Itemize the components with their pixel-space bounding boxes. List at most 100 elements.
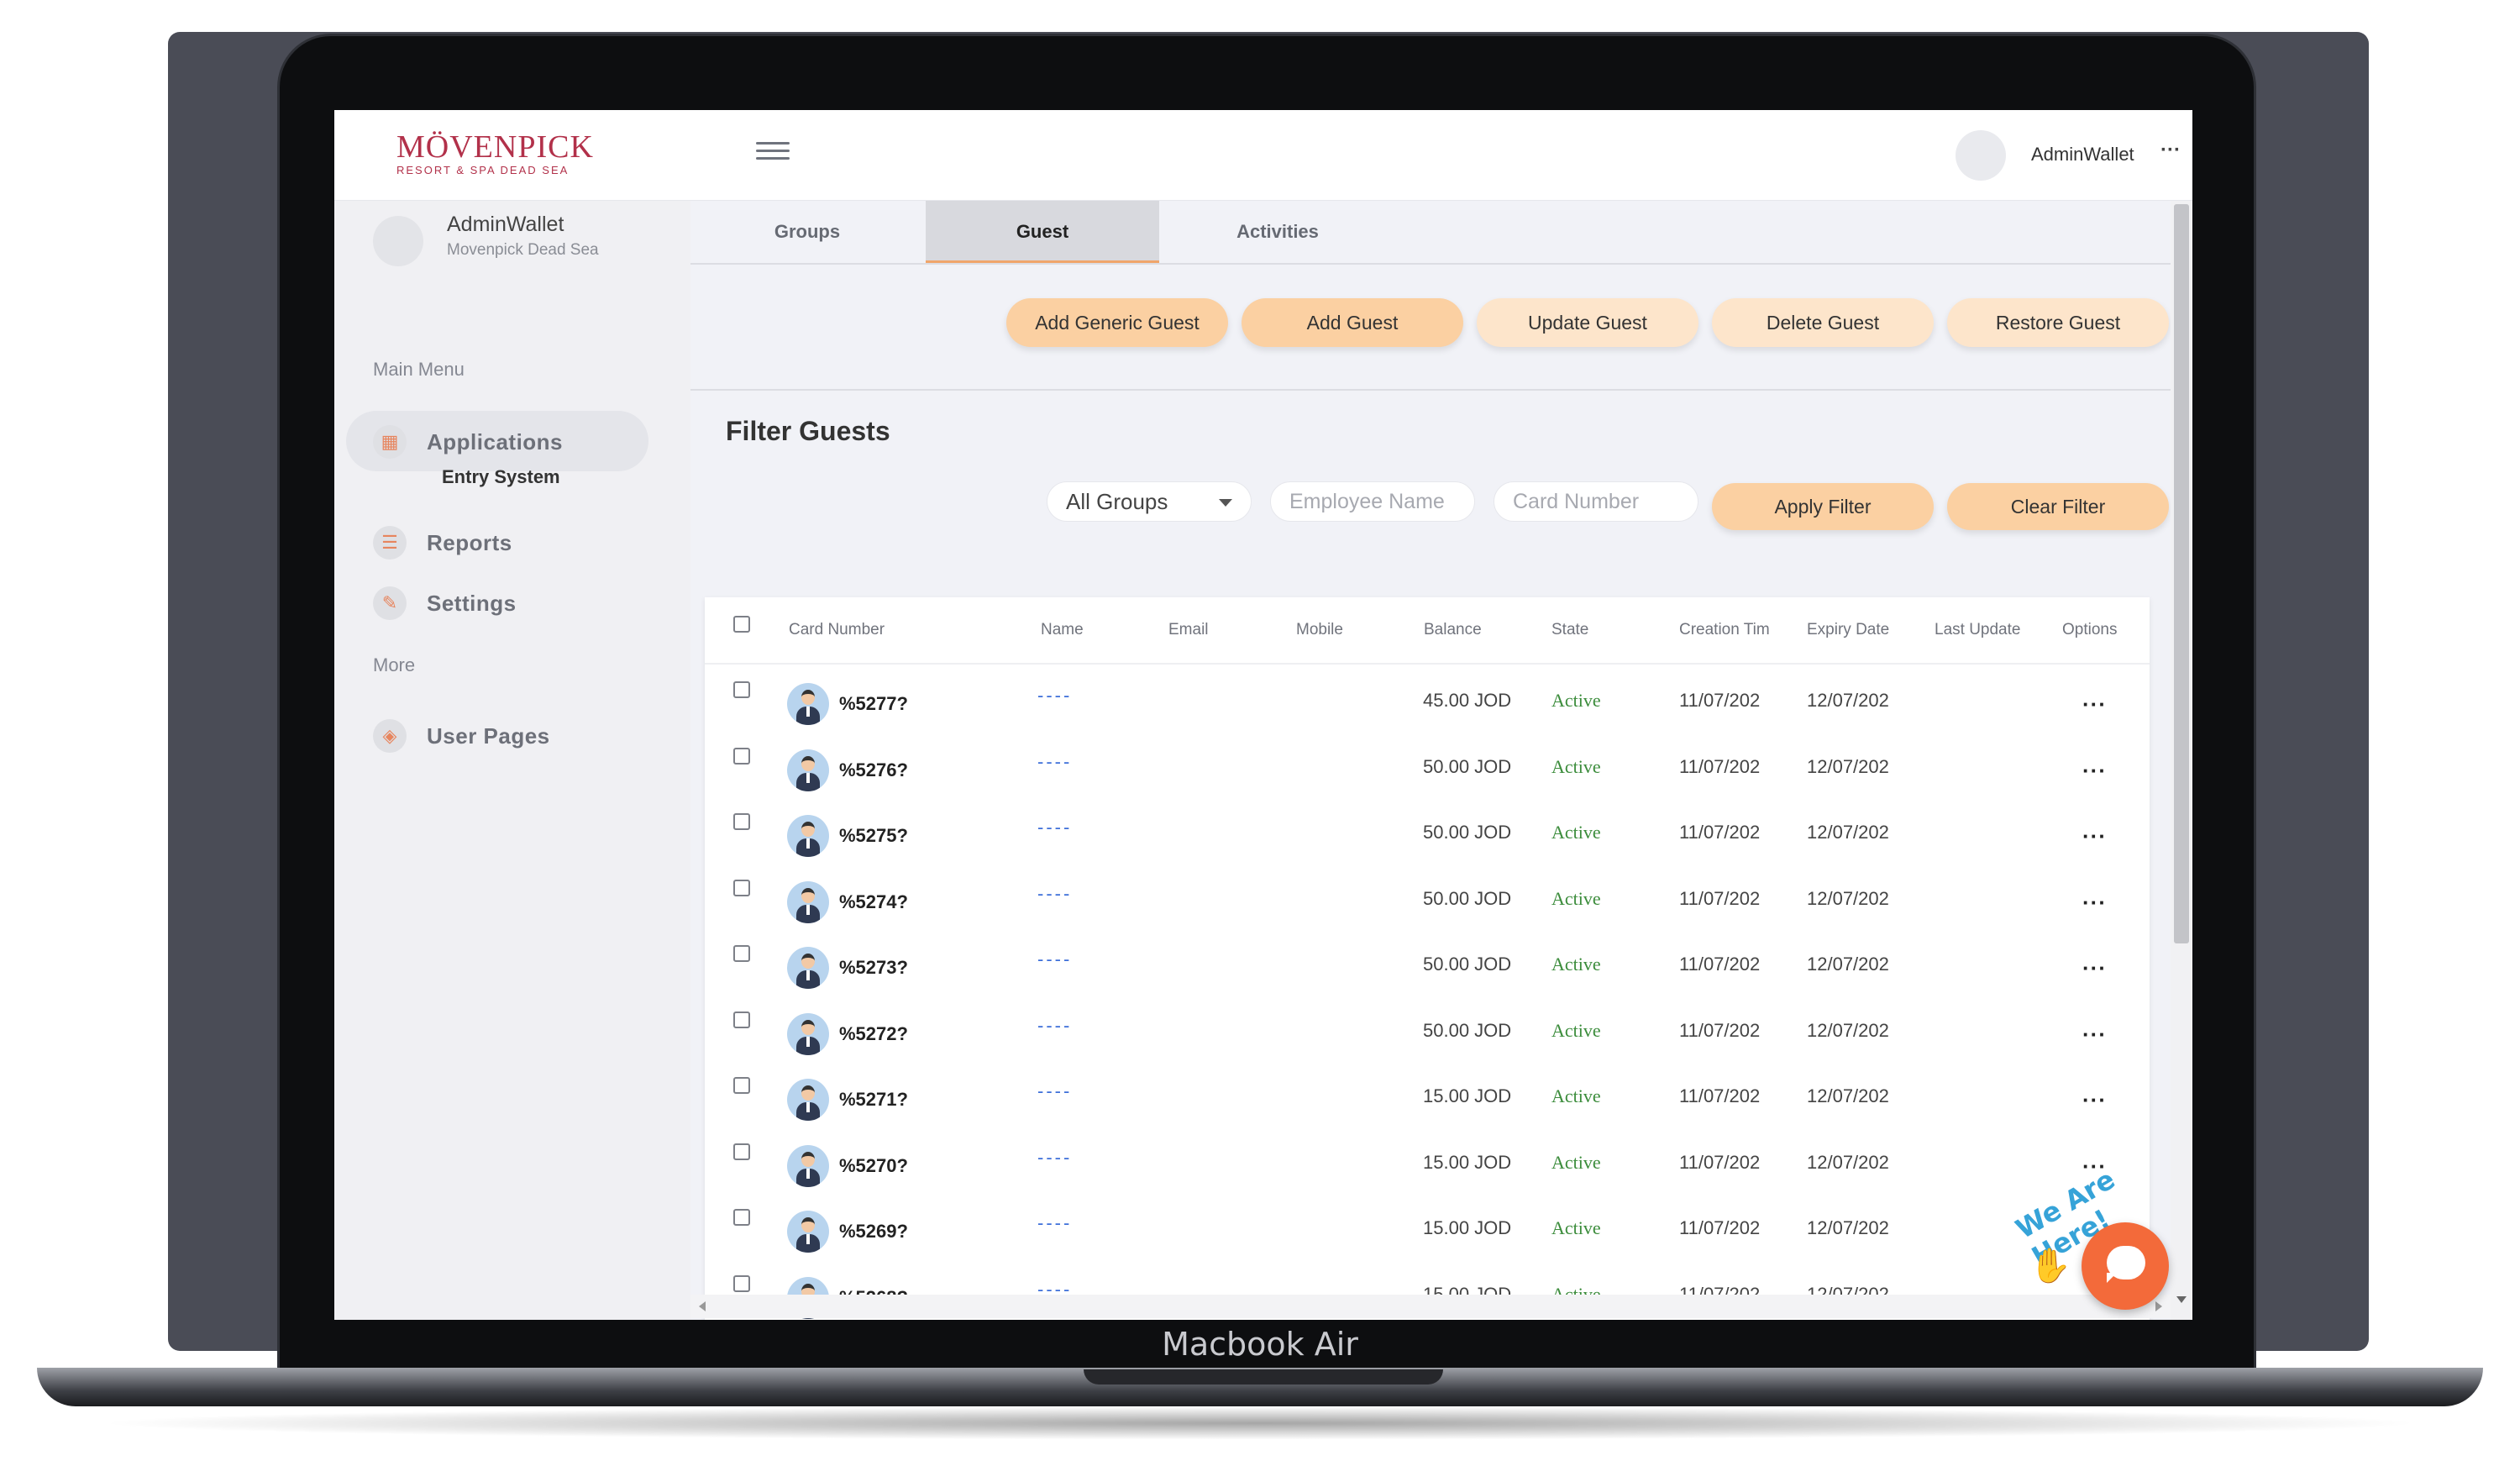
sidebar-item-user-pages[interactable]: ◈ User Pages	[346, 705, 648, 765]
row-checkbox[interactable]	[733, 681, 750, 698]
card-number-cell[interactable]: %5275?	[839, 825, 908, 847]
balance-cell: 50.00 JOD	[1423, 755, 1512, 777]
row-checkbox[interactable]	[733, 813, 750, 830]
user-avatar[interactable]	[1956, 130, 2006, 181]
card-number-cell[interactable]: %5277?	[839, 693, 908, 715]
table-row[interactable]: %5277? ---- 45.00 JOD Active 11/07/202 12/07/…	[705, 666, 2150, 733]
state-cell: Active	[1551, 954, 1601, 975]
guest-avatar	[787, 749, 829, 791]
sidebar: AdminWallet Movenpick Dead Sea Main Menu…	[334, 201, 690, 1320]
chat-button[interactable]	[2082, 1222, 2169, 1310]
state-cell: Active	[1551, 822, 1601, 843]
hamburger-menu-icon[interactable]	[756, 142, 790, 167]
card-number-cell[interactable]: %5271?	[839, 1089, 908, 1111]
card-number-cell[interactable]: %5273?	[839, 957, 908, 979]
table-row[interactable]: %5274? ---- 50.00 JOD Active 11/07/202 12/07/…	[705, 864, 2150, 931]
row-checkbox[interactable]	[733, 747, 750, 765]
creation-time-cell: 11/07/202	[1679, 954, 1761, 975]
row-checkbox[interactable]	[733, 1274, 750, 1292]
card-number-cell[interactable]: %5276?	[839, 759, 908, 781]
row-checkbox[interactable]	[733, 1011, 750, 1028]
expiry-date-cell: 12/07/202	[1807, 1085, 1889, 1106]
tab-activities[interactable]: Activities	[1161, 201, 1394, 263]
restore-guest-button[interactable]: Restore Guest	[1947, 298, 2169, 347]
top-bar: MÖVENPICK RESORT & SPA DEAD SEA AdminWal…	[334, 110, 2192, 201]
app-screen: MÖVENPICK RESORT & SPA DEAD SEA AdminWal…	[334, 110, 2192, 1320]
update-guest-button[interactable]: Update Guest	[1477, 298, 1698, 347]
brand-tagline: RESORT & SPA DEAD SEA	[396, 164, 570, 176]
th-creation-time[interactable]: Creation Tim	[1679, 621, 1783, 639]
scroll-down-arrow-icon[interactable]	[2176, 1296, 2187, 1303]
card-number-cell[interactable]: %5272?	[839, 1023, 908, 1045]
sidebar-item-settings[interactable]: ✎ Settings	[346, 572, 648, 633]
reports-icon: ☰	[373, 526, 407, 560]
horizontal-scrollbar[interactable]	[690, 1295, 2171, 1318]
row-checkbox[interactable]	[733, 1209, 750, 1226]
scroll-right-arrow-icon[interactable]	[2155, 1301, 2162, 1311]
guest-avatar	[787, 1144, 829, 1187]
guest-avatar	[787, 1079, 829, 1121]
name-cell: ----	[1037, 1014, 1073, 1036]
table-row[interactable]: %5269? ---- 15.00 JOD Active 11/07/202 12/07/…	[705, 1194, 2150, 1260]
add-generic-guest-button[interactable]: Add Generic Guest	[1006, 298, 1228, 347]
table-row[interactable]: %5276? ---- 50.00 JOD Active 11/07/202 12/07/…	[705, 733, 2150, 799]
expiry-date-cell: 12/07/202	[1807, 1019, 1889, 1041]
row-options-icon[interactable]: ···	[2082, 955, 2107, 981]
main-content: Groups Guest Activities Add Generic Gues…	[690, 201, 2192, 1320]
balance-cell: 15.00 JOD	[1423, 1217, 1512, 1238]
th-expiry-date[interactable]: Expiry Date	[1807, 621, 1889, 639]
row-options-icon[interactable]: ···	[2082, 890, 2107, 916]
th-mobile[interactable]: Mobile	[1296, 621, 1343, 639]
more-options-icon[interactable]: ···	[2160, 139, 2181, 162]
sidebar-item-applications[interactable]: ▦ Applications	[346, 411, 648, 471]
row-options-icon[interactable]: ···	[2082, 1022, 2107, 1048]
table-row[interactable]: %5275? ---- 50.00 JOD Active 11/07/202 12/07/…	[705, 798, 2150, 864]
row-options-icon[interactable]: ···	[2082, 691, 2107, 717]
row-options-icon[interactable]: ···	[2082, 823, 2107, 849]
sidebar-subitem-entry-system[interactable]: Entry System	[442, 466, 560, 488]
table-row[interactable]: %5273? ---- 50.00 JOD Active 11/07/202 12/07/…	[705, 930, 2150, 996]
row-checkbox[interactable]	[733, 1143, 750, 1160]
card-number-cell[interactable]: %5274?	[839, 891, 908, 913]
chat-bubble-tail	[2107, 1273, 2117, 1283]
sidebar-org: Movenpick Dead Sea	[447, 241, 599, 259]
wrench-icon: ✎	[373, 586, 407, 620]
th-card-number[interactable]: Card Number	[789, 621, 885, 639]
th-balance[interactable]: Balance	[1424, 621, 1482, 639]
th-name[interactable]: Name	[1041, 621, 1084, 639]
sidebar-item-reports[interactable]: ☰ Reports	[346, 512, 648, 572]
scroll-left-arrow-icon[interactable]	[699, 1301, 706, 1311]
row-checkbox[interactable]	[733, 1077, 750, 1094]
delete-guest-button[interactable]: Delete Guest	[1712, 298, 1934, 347]
balance-cell: 15.00 JOD	[1423, 1151, 1512, 1173]
scrollbar-thumb[interactable]	[2174, 204, 2189, 943]
group-select[interactable]: All Groups	[1047, 481, 1252, 522]
card-number-cell[interactable]: %5270?	[839, 1155, 908, 1177]
th-state[interactable]: State	[1551, 621, 1588, 639]
laptop-notch	[1084, 1369, 1443, 1385]
apply-filter-button[interactable]: Apply Filter	[1712, 483, 1934, 530]
tab-groups[interactable]: Groups	[690, 201, 924, 263]
th-email[interactable]: Email	[1168, 621, 1209, 639]
row-checkbox[interactable]	[733, 945, 750, 962]
card-number-cell[interactable]: %5269?	[839, 1221, 908, 1243]
balance-cell: 50.00 JOD	[1423, 822, 1512, 843]
top-username[interactable]: AdminWallet	[2031, 144, 2134, 166]
table-row[interactable]: %5270? ---- 15.00 JOD Active 11/07/202 12/07/…	[705, 1128, 2150, 1195]
laptop-shadow	[92, 1406, 2428, 1440]
tab-guest[interactable]: Guest	[926, 201, 1159, 263]
creation-time-cell: 11/07/202	[1679, 1019, 1761, 1041]
brand-logo[interactable]: MÖVENPICK RESORT & SPA DEAD SEA	[396, 129, 594, 176]
table-row[interactable]: %5272? ---- 50.00 JOD Active 11/07/202 12/07/…	[705, 996, 2150, 1063]
group-select-value: All Groups	[1066, 489, 1168, 514]
clear-filter-button[interactable]: Clear Filter	[1947, 483, 2169, 530]
card-number-input[interactable]	[1494, 481, 1698, 522]
employee-name-input[interactable]	[1270, 481, 1475, 522]
select-all-checkbox[interactable]	[733, 616, 750, 633]
table-row[interactable]: %5271? ---- 15.00 JOD Active 11/07/202 12/07/…	[705, 1062, 2150, 1128]
row-checkbox[interactable]	[733, 879, 750, 896]
row-options-icon[interactable]: ···	[2082, 758, 2107, 784]
add-guest-button[interactable]: Add Guest	[1242, 298, 1463, 347]
th-last-update[interactable]: Last Update	[1935, 621, 2020, 639]
row-options-icon[interactable]: ···	[2082, 1087, 2107, 1113]
